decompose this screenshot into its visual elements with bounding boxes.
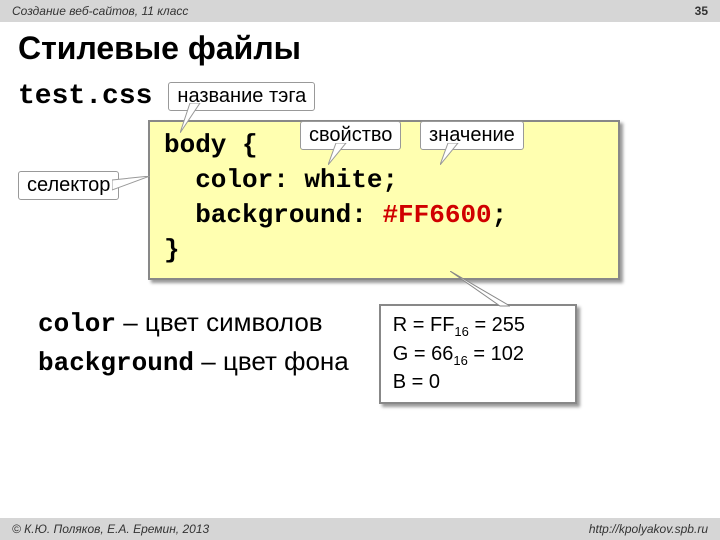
label-property: свойство	[300, 121, 401, 150]
definitions: color – цвет символов background – цвет …	[38, 304, 349, 381]
slide-title: Стилевые файлы	[18, 30, 702, 67]
footer-right: http://kpolyakov.spb.ru	[589, 522, 708, 536]
header-left: Создание веб-сайтов, 11 класс	[12, 4, 188, 18]
label-tagname: название тэга	[168, 82, 315, 111]
def-background: background – цвет фона	[38, 343, 349, 381]
content: test.css название тэга селектор свойство…	[0, 81, 720, 404]
label-value: значение	[420, 121, 524, 150]
code-line-3: background: #FF6600;	[164, 198, 604, 233]
rgb-r: R = FF16 = 255	[393, 312, 563, 341]
filename: test.css	[18, 81, 152, 112]
footer-bar: © К.Ю. Поляков, Е.А. Еремин, 2013 http:/…	[0, 518, 720, 540]
rgb-g: G = 6616 = 102	[393, 341, 563, 370]
label-selector: селектор	[18, 171, 119, 200]
footer-left: © К.Ю. Поляков, Е.А. Еремин, 2013	[12, 522, 209, 536]
rgb-box: R = FF16 = 255 G = 6616 = 102 B = 0	[379, 304, 577, 404]
page-number: 35	[695, 4, 708, 18]
rgb-b: B = 0	[393, 369, 563, 396]
code-line-4: }	[164, 233, 604, 268]
code-line-2: color: white;	[164, 163, 604, 198]
header-bar: Создание веб-сайтов, 11 класс 35	[0, 0, 720, 22]
def-color: color – цвет символов	[38, 304, 349, 342]
